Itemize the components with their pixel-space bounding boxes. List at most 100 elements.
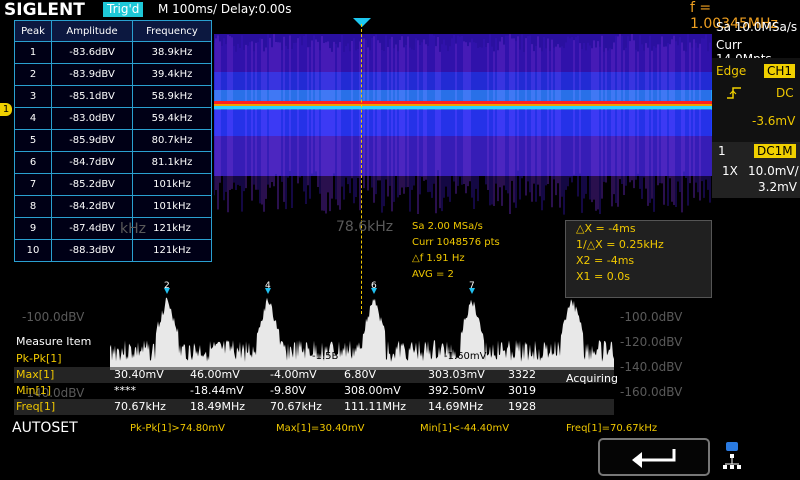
db-label-right-1: -100.0dBV — [620, 310, 683, 324]
db-label-left-1: -100.0dBV — [22, 310, 85, 324]
acquiring-status: Acquiring — [566, 372, 618, 385]
vertical-scale: 10.0mV/ — [748, 164, 799, 178]
measure-value: 70.67kHz — [270, 400, 322, 413]
peak-frequency: 59.4kHz — [132, 107, 212, 130]
trigger-panel[interactable]: Edge CH1 DC -3.6mV — [712, 58, 800, 142]
center-frequency-label: 78.6kHz — [336, 219, 394, 235]
peak-index: 9 — [14, 217, 52, 240]
channel-number: 1 — [718, 144, 726, 158]
measure-value: 3019 — [508, 384, 536, 397]
measure-value: **** — [114, 384, 136, 397]
peak-row: 2 -83.9dBV 39.4kHz — [14, 63, 212, 86]
measure-value: 392.50mV — [428, 384, 485, 397]
trigger-source: CH1 — [764, 64, 796, 78]
peak-row: 10 -88.3dBV 121kHz — [14, 239, 212, 262]
amplitude-header: Amplitude — [51, 20, 133, 42]
db-label-right-2: -120.0dBV — [620, 335, 683, 349]
peak-marker-label: 6 — [371, 281, 377, 291]
peak-amplitude: -85.1dBV — [51, 85, 133, 108]
vertical-offset: 3.2mV — [758, 180, 797, 194]
cursor-inverse-delta: 1/△X = 0.25kHz — [576, 238, 664, 251]
channel1-level-marker[interactable]: 1 — [0, 103, 12, 116]
spectrum-sample-rate: Sa 2.00 MSa/s — [412, 221, 483, 232]
peak-marker-label: 2 — [164, 281, 170, 291]
peak-frequency: 58.9kHz — [132, 85, 212, 108]
measure-value: 303.03mV — [428, 368, 485, 381]
mid-label-1: -1.5B — [312, 351, 339, 362]
measure-value: 308.00mV — [344, 384, 401, 397]
measure-value: 111.11MHz — [344, 400, 407, 413]
trigger-coupling: DC — [776, 86, 794, 100]
timebase-value: M 100ms/ — [158, 2, 218, 16]
measure-row: Min[1] **** -18.44mV -9.80V 308.00mV 392.50mV… — [14, 383, 614, 399]
right-panel: Sa 10.0MSa/s Curr 14.0Mpts Edge CH1 DC -… — [712, 18, 800, 218]
measure-value: -9.80V — [270, 384, 306, 397]
peak-row: 8 -84.2dBV 101kHz — [14, 195, 212, 218]
peak-index: 8 — [14, 195, 52, 218]
spectrum-average: AVG = 2 — [412, 269, 454, 280]
peak-row: 3 -85.1dBV 58.9kHz — [14, 85, 212, 108]
network-icon[interactable] — [722, 440, 742, 476]
db-label-right-4: -160.0dBV — [620, 385, 683, 399]
peak-frequency: 39.4kHz — [132, 63, 212, 86]
summary-freq: Freq[1]=70.67kHz — [566, 423, 658, 434]
peak-amplitude: -88.3dBV — [51, 239, 133, 262]
cursor-x1: X1 = 0.0s — [576, 270, 630, 283]
peak-frequency: 38.9kHz — [132, 41, 212, 64]
cursor-line[interactable] — [361, 24, 362, 314]
peak-row: 1 -83.6dBV 38.9kHz — [14, 41, 212, 64]
measure-summary-bar: Pk-Pk[1]>74.80mV Max[1]=30.40mV Min[1]<-… — [0, 420, 800, 440]
trigger-type: Edge — [716, 64, 747, 78]
peak-marker-label: 4 — [265, 281, 271, 291]
cursor-x2: X2 = -4ms — [576, 254, 635, 267]
peak-row: 5 -85.9dBV 80.7kHz — [14, 129, 212, 152]
waveform-band-lower — [214, 110, 712, 138]
peak-frequency: 80.7kHz — [132, 129, 212, 152]
peak-frequency: 121kHz — [132, 239, 212, 262]
spectrum-points: Curr 1048576 pts — [412, 237, 500, 248]
measure-value: 1928 — [508, 400, 536, 413]
measure-row: Max[1] 30.40mV 46.00mV -4.00mV 6.80V 303.03mV… — [14, 367, 614, 383]
channel1-panel[interactable]: 1 DC1M 1X 10.0mV/ 3.2mV — [712, 142, 800, 198]
measure-label: Pk-Pk[1] — [16, 352, 62, 365]
peak-amplitude: -84.7dBV — [51, 151, 133, 174]
timebase-readout[interactable]: M 100ms/ Delay:0.00s — [158, 2, 291, 16]
peak-row: 6 -84.7dBV 81.1kHz — [14, 151, 212, 174]
measure-value: 6.80V — [344, 368, 377, 381]
measure-value: 70.67kHz — [114, 400, 166, 413]
delay-value: Delay:0.00s — [220, 2, 292, 16]
return-arrow-icon — [632, 449, 676, 468]
summary-pkpk: Pk-Pk[1]>74.80mV — [130, 423, 226, 434]
peak-index: 6 — [14, 151, 52, 174]
peak-amplitude: -84.2dBV — [51, 195, 133, 218]
spectrum-left-ghost: kHz — [120, 221, 146, 237]
probe-ratio: 1X — [722, 164, 738, 178]
waveform-cyan-trace — [214, 106, 712, 109]
peak-frequency: 81.1kHz — [132, 151, 212, 174]
summary-max: Max[1]=30.40mV — [276, 423, 365, 434]
measure-label: Freq[1] — [16, 400, 56, 413]
peak-amplitude: -83.6dBV — [51, 41, 133, 64]
mid-label-2: -1.60mV — [444, 351, 487, 362]
measure-value: -4.00mV — [270, 368, 317, 381]
peak-amplitude: -83.9dBV — [51, 63, 133, 86]
peak-row: 4 -83.0dBV 59.4kHz — [14, 107, 212, 130]
measure-value: 18.49MHz — [190, 400, 246, 413]
peak-amplitude: -85.9dBV — [51, 129, 133, 152]
measure-title: Measure Item — [16, 335, 92, 348]
measure-value: 46.00mV — [190, 368, 240, 381]
back-button[interactable] — [598, 438, 710, 476]
peak-index: 3 — [14, 85, 52, 108]
measure-label: Min[1] — [16, 384, 52, 397]
measure-value: 3322 — [508, 368, 536, 381]
peak-index: 10 — [14, 239, 52, 262]
measure-panel: Measure Item Pk-Pk[1] Max[1] 30.40mV 46.00m… — [14, 335, 618, 419]
peak-amplitude: -83.0dBV — [51, 107, 133, 130]
trigger-level: -3.6mV — [752, 114, 796, 128]
peak-index: 4 — [14, 107, 52, 130]
waveform-orange-trace — [214, 104, 712, 106]
cursor-readout-box: △X = -4ms 1/△X = 0.25kHz X2 = -4ms X1 = … — [565, 220, 712, 298]
measure-row: Freq[1] 70.67kHz 18.49MHz 70.67kHz 111.11MHz… — [14, 399, 614, 415]
peak-amplitude: -85.2dBV — [51, 173, 133, 196]
spectrum-info: Sa 2.00 MSa/s Curr 1048576 pts △f 1.91 H… — [412, 219, 500, 283]
